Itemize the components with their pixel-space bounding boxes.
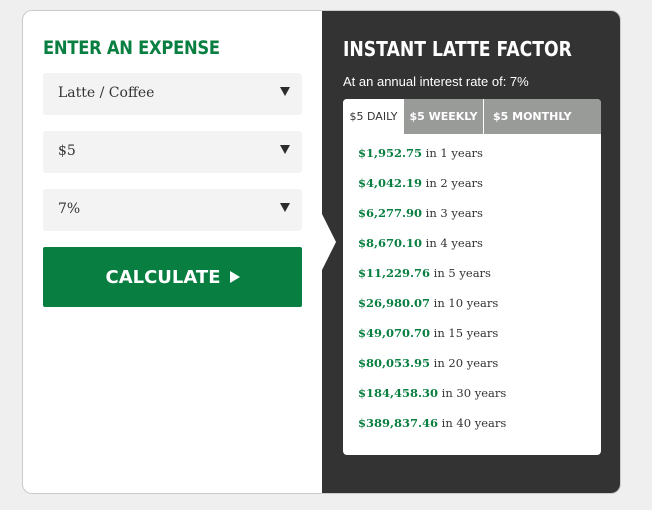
expense-select[interactable]: Latte / Coffee [43, 73, 302, 115]
list-item: $6,277.90 in 3 years [358, 202, 601, 232]
tab-monthly[interactable]: $5 MONTHLY [484, 99, 601, 134]
list-item: $389,837.46 in 40 years [358, 412, 601, 442]
list-item: $11,229.76 in 5 years [358, 262, 601, 292]
result-amount: $8,670.10 [358, 236, 423, 250]
dropdown-arrow-icon [280, 145, 290, 154]
list-item: $8,670.10 in 4 years [358, 232, 601, 262]
result-amount: $4,042.19 [358, 176, 423, 190]
result-amount: $184,458.30 [358, 386, 439, 400]
panel-notch [322, 214, 336, 270]
result-amount: $26,980.07 [358, 296, 431, 310]
amount-value: $5 [58, 143, 76, 159]
result-amount: $80,053.95 [358, 356, 431, 370]
result-period: in 4 years [422, 236, 483, 250]
latte-factor-calculator: ENTER AN EXPENSE Latte / Coffee $5 7% CA… [22, 10, 621, 494]
result-period: in 20 years [430, 356, 499, 370]
expense-form: ENTER AN EXPENSE Latte / Coffee $5 7% CA… [23, 11, 323, 493]
result-period: in 40 years [438, 416, 507, 430]
results-panel: INSTANT LATTE FACTOR At an annual intere… [322, 11, 620, 493]
result-period: in 5 years [430, 266, 491, 280]
result-amount: $389,837.46 [358, 416, 439, 430]
calculate-label: CALCULATE [105, 266, 221, 288]
result-amount: $6,277.90 [358, 206, 423, 220]
result-period: in 15 years [430, 326, 499, 340]
result-period: in 1 years [422, 146, 483, 160]
results-box: $5 DAILY $5 WEEKLY $5 MONTHLY $1,952.75 … [343, 99, 601, 455]
dropdown-arrow-icon [280, 203, 290, 212]
list-item: $184,458.30 in 30 years [358, 382, 601, 412]
list-item: $26,980.07 in 10 years [358, 292, 601, 322]
dropdown-arrow-icon [280, 87, 290, 96]
frequency-tabs: $5 DAILY $5 WEEKLY $5 MONTHLY [343, 99, 601, 134]
result-period: in 3 years [422, 206, 483, 220]
result-amount: $1,952.75 [358, 146, 423, 160]
list-item: $80,053.95 in 20 years [358, 352, 601, 382]
result-period: in 10 years [430, 296, 499, 310]
tab-weekly[interactable]: $5 WEEKLY [404, 99, 484, 134]
results-list: $1,952.75 in 1 years $4,042.19 in 2 year… [343, 134, 601, 442]
list-item: $4,042.19 in 2 years [358, 172, 601, 202]
result-amount: $49,070.70 [358, 326, 431, 340]
rate-text: At an annual interest rate of: 7% [343, 74, 529, 89]
results-title: INSTANT LATTE FACTOR [343, 37, 572, 61]
amount-select[interactable]: $5 [43, 131, 302, 173]
form-title: ENTER AN EXPENSE [43, 37, 220, 59]
rate-select[interactable]: 7% [43, 189, 302, 231]
list-item: $1,952.75 in 1 years [358, 142, 601, 172]
tab-daily[interactable]: $5 DAILY [343, 99, 404, 134]
play-arrow-icon [229, 271, 240, 283]
list-item: $49,070.70 in 15 years [358, 322, 601, 352]
rate-value: 7% [58, 201, 81, 217]
result-period: in 2 years [422, 176, 483, 190]
expense-value: Latte / Coffee [58, 85, 155, 101]
calculate-button[interactable]: CALCULATE [43, 247, 302, 307]
result-period: in 30 years [438, 386, 507, 400]
result-amount: $11,229.76 [358, 266, 431, 280]
